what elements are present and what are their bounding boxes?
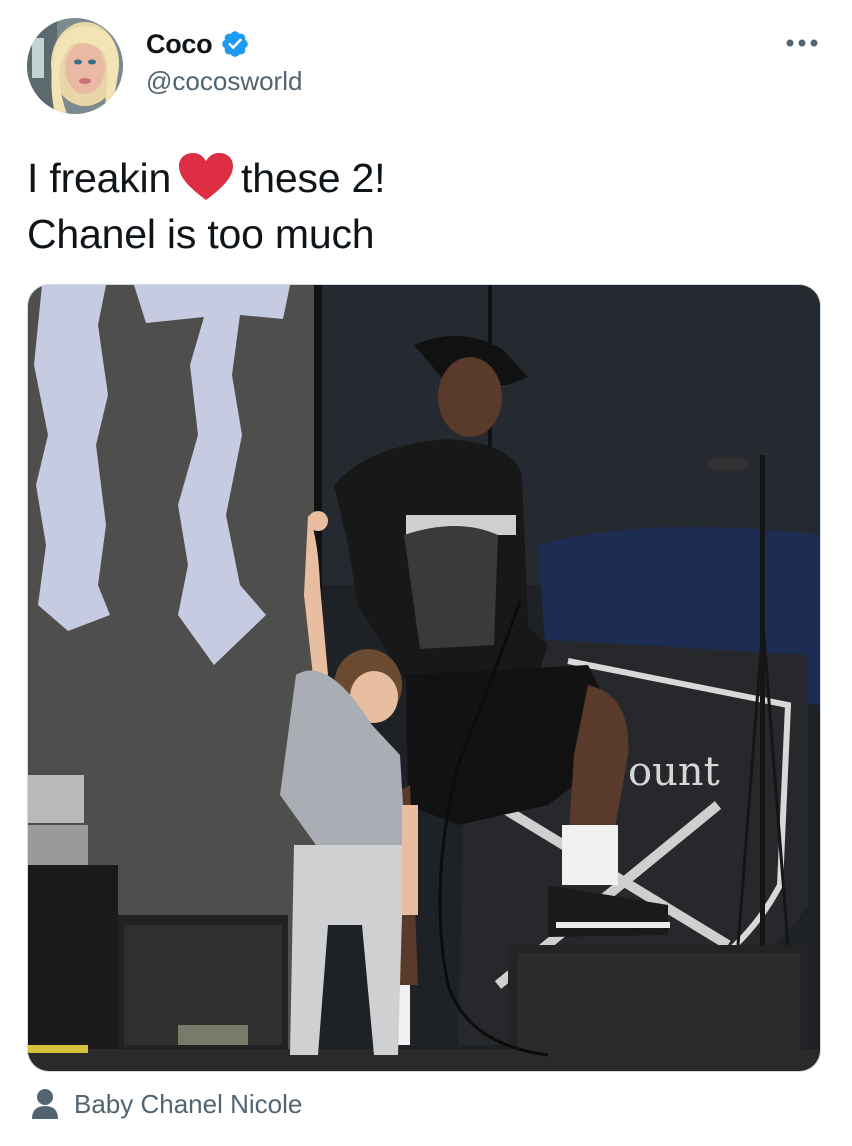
person-icon xyxy=(32,1089,58,1119)
more-dots-icon xyxy=(786,39,818,47)
tweet-line-2: Chanel is too much xyxy=(27,211,375,257)
red-heart-icon xyxy=(177,152,235,202)
avatar[interactable] xyxy=(27,18,123,114)
author-handle[interactable]: @cocosworld xyxy=(146,66,302,97)
verified-badge-icon xyxy=(220,29,250,59)
tweet-text: I freakin these 2! Chanel is too much xyxy=(27,150,827,262)
author-name-row[interactable]: Coco xyxy=(146,26,250,62)
banner-text: ount xyxy=(628,749,720,795)
more-options-button[interactable] xyxy=(782,28,822,58)
tweet-text-before-emoji: I freakin xyxy=(27,155,172,201)
avatar-image xyxy=(27,18,123,114)
tagged-person-name[interactable]: Baby Chanel Nicole xyxy=(74,1089,302,1120)
tweet-photo[interactable]: ount xyxy=(27,284,821,1072)
tagged-person[interactable]: Baby Chanel Nicole xyxy=(30,1086,302,1122)
tweet-line-1: I freakin these 2! xyxy=(27,150,827,206)
tweet-text-after-emoji: these 2! xyxy=(241,155,386,201)
display-name[interactable]: Coco xyxy=(146,29,213,60)
concert-stage-photo: ount xyxy=(28,285,820,1071)
